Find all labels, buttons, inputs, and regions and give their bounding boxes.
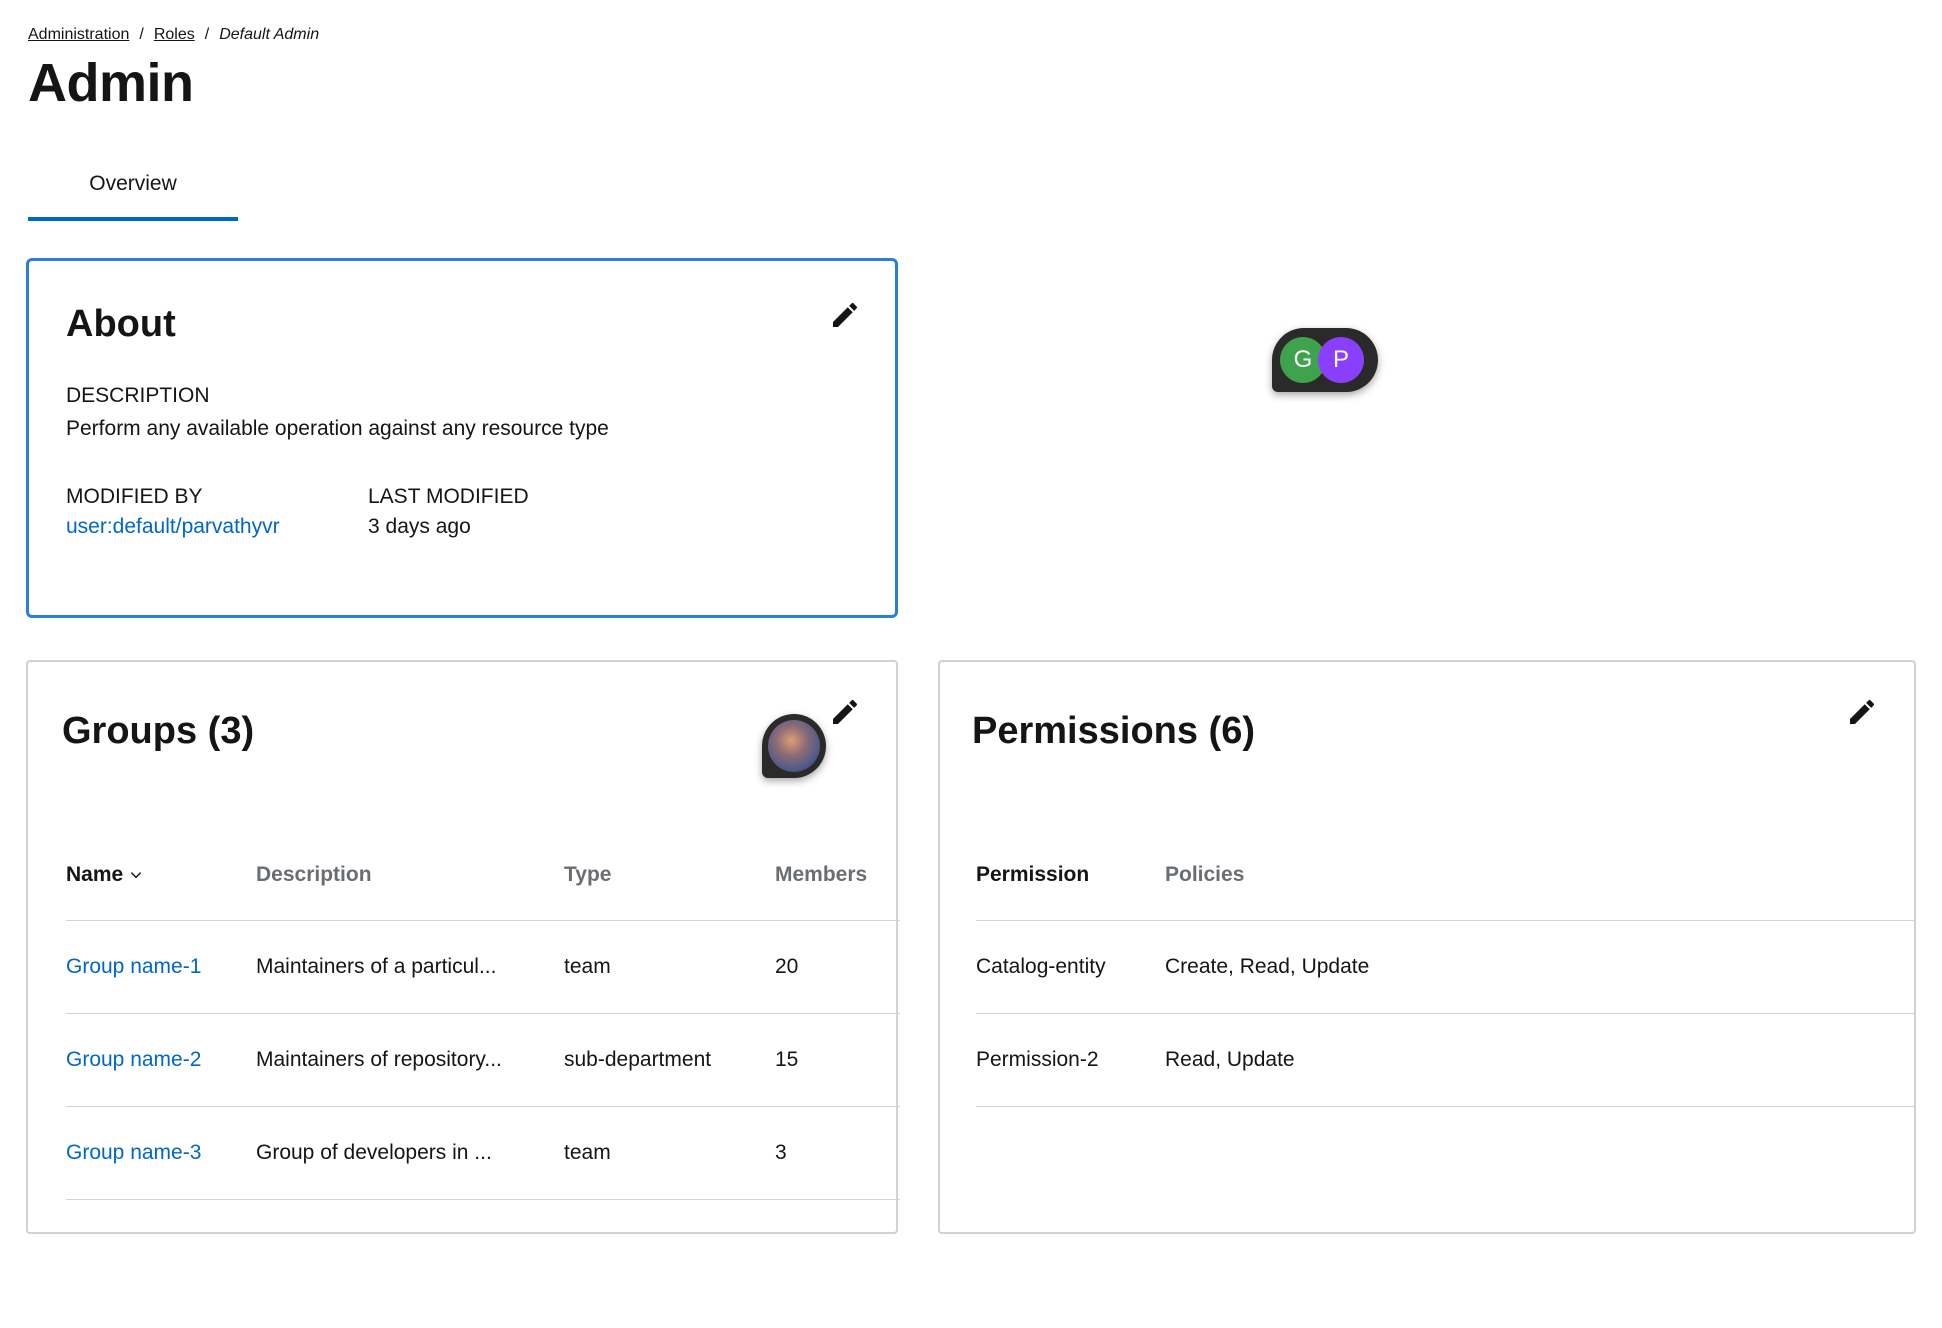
pencil-icon xyxy=(833,699,858,724)
table-row: Group name-2 Maintainers of repository..… xyxy=(66,1013,900,1107)
description-value: Perform any available operation against … xyxy=(66,417,609,440)
column-header-members[interactable]: Members xyxy=(775,830,900,921)
group-members: 15 xyxy=(775,1013,900,1107)
column-header-permission[interactable]: Permission xyxy=(976,830,1165,921)
column-header-type[interactable]: Type xyxy=(564,830,775,921)
chevron-down-icon xyxy=(131,872,142,879)
permissions-title: Permissions (6) xyxy=(972,710,1255,752)
group-link[interactable]: Group name-2 xyxy=(66,1048,201,1071)
group-members: 3 xyxy=(775,1106,900,1200)
column-header-name[interactable]: Name xyxy=(66,830,256,921)
pencil-icon xyxy=(833,302,858,327)
tab-overview[interactable]: Overview xyxy=(28,150,238,218)
permission-name: Catalog-entity xyxy=(976,920,1165,1014)
active-tab-indicator xyxy=(28,217,238,221)
about-card: About DESCRIPTION Perform any available … xyxy=(26,258,898,618)
presence-avatars[interactable]: G P xyxy=(1272,328,1378,392)
group-description: Maintainers of repository... xyxy=(256,1013,564,1107)
column-header-policies[interactable]: Policies xyxy=(1165,830,1916,921)
avatar xyxy=(768,720,820,772)
table-row: Group name-3 Group of developers in ... … xyxy=(66,1106,900,1200)
group-link[interactable]: Group name-1 xyxy=(66,955,201,978)
group-type: team xyxy=(564,1106,775,1200)
collaborator-avatar[interactable] xyxy=(762,714,826,778)
avatar[interactable]: P xyxy=(1318,337,1364,383)
breadcrumb-separator: / xyxy=(139,26,144,43)
breadcrumb-current: Default Admin xyxy=(219,26,320,43)
modified-by-label: MODIFIED BY xyxy=(66,485,203,508)
groups-table: Name Description Type Members Group name… xyxy=(66,830,900,1200)
column-header-label: Name xyxy=(66,863,124,886)
permission-policies: Read, Update xyxy=(1165,1013,1916,1107)
group-description: Group of developers in ... xyxy=(256,1106,564,1200)
permission-name: Permission-2 xyxy=(976,1013,1165,1107)
edit-about-button[interactable] xyxy=(825,295,865,335)
permissions-card: Permissions (6) Permission Policies Cata… xyxy=(938,660,1916,1234)
group-type: sub-department xyxy=(564,1013,775,1107)
pencil-icon xyxy=(1850,699,1875,724)
group-type: team xyxy=(564,920,775,1014)
breadcrumb: Administration / Roles / Default Admin xyxy=(28,26,319,44)
edit-groups-button[interactable] xyxy=(825,692,865,732)
edit-permissions-button[interactable] xyxy=(1842,692,1882,732)
last-modified-value: 3 days ago xyxy=(368,515,471,538)
group-link[interactable]: Group name-3 xyxy=(66,1141,201,1164)
breadcrumb-link-administration[interactable]: Administration xyxy=(28,26,129,44)
description-label: DESCRIPTION xyxy=(66,384,210,407)
permission-policies: Create, Read, Update xyxy=(1165,920,1916,1014)
breadcrumb-separator: / xyxy=(204,26,210,43)
page-title: Admin xyxy=(28,53,194,113)
table-row: Permission-2 Read, Update xyxy=(976,1013,1916,1107)
permissions-table: Permission Policies Catalog-entity Creat… xyxy=(976,830,1916,1107)
modified-by-link[interactable]: user:default/parvathyvr xyxy=(66,515,280,539)
breadcrumb-link-roles[interactable]: Roles xyxy=(154,26,195,44)
last-modified-label: LAST MODIFIED xyxy=(368,485,529,508)
column-header-description[interactable]: Description xyxy=(256,830,564,921)
group-description: Maintainers of a particul... xyxy=(256,920,564,1014)
about-title: About xyxy=(66,303,176,345)
groups-title: Groups (3) xyxy=(62,710,255,752)
group-members: 20 xyxy=(775,920,900,1014)
groups-card: Groups (3) Name Description Type Members… xyxy=(26,660,900,1234)
table-row: Group name-1 Maintainers of a particul..… xyxy=(66,920,900,1014)
table-row: Catalog-entity Create, Read, Update xyxy=(976,920,1916,1014)
